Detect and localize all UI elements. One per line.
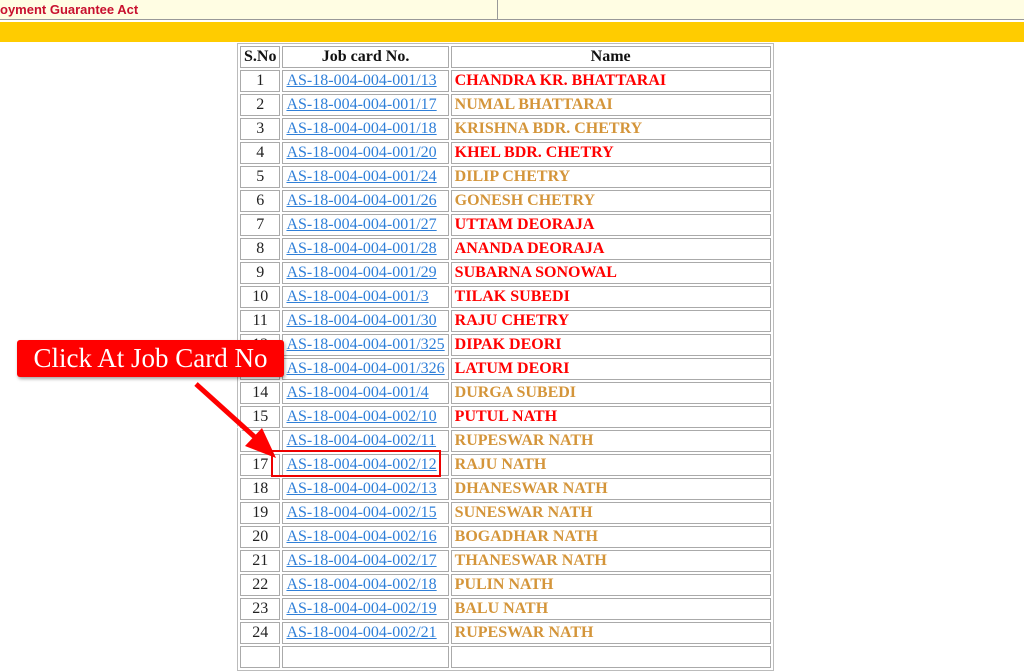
highlight-box bbox=[271, 450, 441, 477]
pointer-arrow-icon bbox=[193, 382, 276, 458]
row-name bbox=[450, 646, 771, 668]
row-job-card bbox=[282, 646, 449, 668]
callout-label: Click At Job Card No bbox=[17, 340, 284, 377]
row-sno bbox=[240, 646, 281, 668]
table-row-partial bbox=[240, 646, 771, 668]
